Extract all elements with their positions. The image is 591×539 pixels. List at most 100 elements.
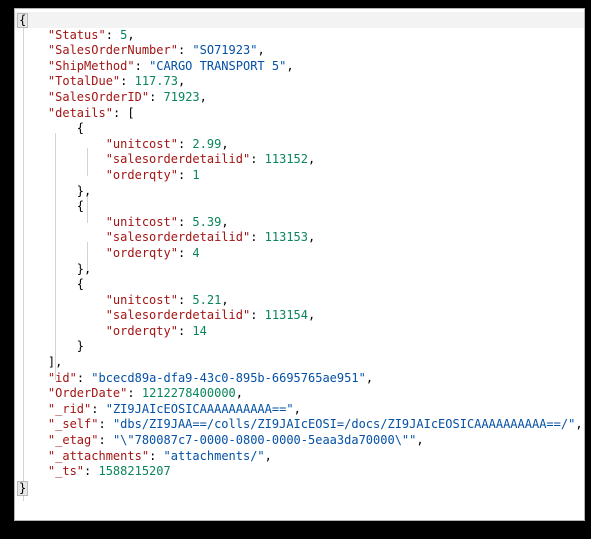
matching-brace-close[interactable]: } [17,480,29,496]
token-punct: , [221,136,229,151]
token-punct: : [250,152,265,167]
token-brace: [ [127,105,135,120]
token-str: "SO71923" [192,43,258,58]
token-key: "salesorderdetailid" [105,230,251,245]
token-str: "ZI9JAIcEOSICAAAAAAAAAA==" [105,401,294,416]
token-punct: , [199,89,207,104]
token-num: 117.73 [134,74,178,89]
token-punct: , [264,448,272,463]
token-brace: { [76,121,85,136]
code-line[interactable]: "orderqty": 4 [15,246,584,262]
code-line[interactable]: "orderqty": 1 [15,168,584,184]
token-num: 113152 [264,152,309,167]
token-num: 4 [192,245,200,260]
token-punct: , [84,183,92,198]
code-line[interactable]: "unitcost": 2.99, [15,137,584,153]
code-line[interactable]: "_ts": 1588215207 [15,464,584,480]
token-punct: , [177,74,186,89]
token-str: "dbs/ZI9JAA==/colls/ZI9JAIcEOSI=/docs/ZI… [112,417,576,432]
token-punct: , [221,292,229,307]
code-line[interactable]: { [15,121,584,137]
token-key: "_attachments" [47,448,150,463]
token-key: "orderqty" [105,323,178,338]
code-line[interactable]: "salesorderdetailid": 113152, [15,152,584,168]
token-punct: : [105,27,121,42]
json-code-area[interactable]: { "Status": 5, "SalesOrderNumber": "SO71… [15,9,584,496]
code-line[interactable]: "SalesOrderID": 71923, [15,90,584,106]
token-key: "ShipMethod" [47,58,135,73]
code-line[interactable]: ], [15,355,584,371]
code-line[interactable]: "_rid": "ZI9JAIcEOSICAAAAAAAAAA==", [15,402,584,418]
token-str: "attachments/" [163,448,265,463]
code-line[interactable]: "_self": "dbs/ZI9JAA==/colls/ZI9JAIcEOSI… [15,417,584,433]
code-line[interactable]: "Status": 5, [15,28,584,44]
token-punct: : [112,105,128,120]
token-punct: : [98,417,113,432]
token-num: 5.21 [192,292,222,307]
token-punct: : [250,308,265,323]
matching-brace-open[interactable]: { [17,13,29,28]
code-line[interactable]: { [15,277,584,293]
code-line[interactable]: }, [15,262,584,278]
token-brace: { [76,199,85,214]
token-punct: , [286,58,294,73]
token-punct: , [575,417,583,432]
token-punct: , [308,230,316,245]
token-num: 113153 [264,230,309,245]
token-num: 1 [192,167,200,182]
code-line[interactable]: { [15,199,584,215]
code-line[interactable]: } [15,480,584,496]
token-num: 113154 [264,308,309,323]
token-str: "bcecd89a-dfa9-43c0-895b-6695765ae951" [91,370,366,385]
token-key: "unitcost" [105,292,178,307]
token-punct: : [177,43,193,58]
token-num: 14 [192,323,207,338]
token-key: "SalesOrderNumber" [47,43,178,58]
code-line[interactable]: "id": "bcecd89a-dfa9-43c0-895b-6695765ae… [15,371,584,387]
token-punct: : [177,245,193,260]
code-line[interactable]: "TotalDue": 117.73, [15,74,584,90]
token-key: "details" [47,105,113,120]
token-key: "SalesOrderID" [47,89,150,104]
token-punct: , [257,43,265,58]
code-line[interactable]: "unitcost": 5.21, [15,293,584,309]
code-line[interactable]: "OrderDate": 1212278400000, [15,386,584,402]
code-line[interactable]: "salesorderdetailid": 113154, [15,308,584,324]
token-punct: : [149,448,164,463]
token-punct: , [293,401,301,416]
code-line[interactable]: { [15,12,584,28]
code-line[interactable]: "details": [ [15,106,584,122]
code-line[interactable]: "unitcost": 5.39, [15,215,584,231]
token-num: 2.99 [192,136,222,151]
token-num: 5.39 [192,214,222,229]
code-line[interactable]: } [15,339,584,355]
token-key: "TotalDue" [47,74,121,89]
token-key: "unitcost" [105,214,178,229]
code-line[interactable]: }, [15,184,584,200]
code-line[interactable]: "orderqty": 14 [15,324,584,340]
code-line[interactable]: "SalesOrderNumber": "SO71923", [15,43,584,59]
json-viewer-frame: { "Status": 5, "SalesOrderNumber": "SO71… [0,0,591,539]
token-punct: : [98,433,113,448]
code-line[interactable]: "_etag": "\"780087c7-0000-0800-0000-5eaa… [15,433,584,449]
json-editor-surface[interactable]: { "Status": 5, "SalesOrderNumber": "SO71… [14,8,585,521]
code-line[interactable]: "_attachments": "attachments/", [15,449,584,465]
code-line[interactable]: "ShipMethod": "CARGO TRANSPORT 5", [15,59,584,75]
code-line[interactable]: "salesorderdetailid": 113153, [15,230,584,246]
